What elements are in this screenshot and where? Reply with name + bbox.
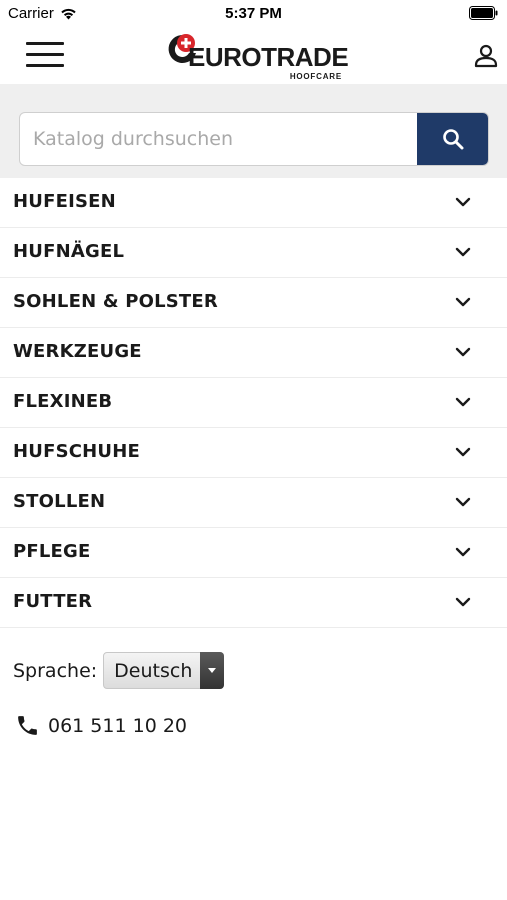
search-input[interactable] [20, 113, 418, 165]
account-icon-glyph [474, 44, 498, 68]
category-label: HUFEISEN [13, 191, 116, 212]
category-item-sohlen-polster[interactable]: SOHLEN & POLSTER [0, 278, 507, 328]
search-icon [442, 129, 463, 150]
language-row: Sprache: Deutsch [13, 652, 225, 689]
category-item-hufschuhe[interactable]: HUFSCHUHE [0, 428, 507, 478]
chevron-down-icon [455, 247, 471, 257]
search-box [19, 112, 489, 166]
hamburger-menu-icon[interactable] [26, 42, 64, 70]
category-item-hufnaegel[interactable]: HUFNÄGEL [0, 228, 507, 278]
category-item-stollen[interactable]: STOLLEN [0, 478, 507, 528]
chevron-down-icon [455, 497, 471, 507]
select-arrow-icon [200, 652, 225, 689]
phone-link[interactable]: 061 511 10 20 [15, 713, 187, 738]
status-bar: Carrier 5:37 PM [0, 0, 507, 28]
chevron-down-icon [455, 197, 471, 207]
category-label: SOHLEN & POLSTER [13, 291, 218, 312]
category-list: HUFEISEN HUFNÄGEL SOHLEN & POLSTER WERKZ… [0, 178, 507, 628]
category-label: FUTTER [13, 591, 93, 612]
category-item-pflege[interactable]: PFLEGE [0, 528, 507, 578]
language-selected-value: Deutsch [114, 660, 193, 682]
language-label: Sprache: [13, 659, 98, 682]
category-label: PFLEGE [13, 541, 91, 562]
category-label: HUFNÄGEL [13, 241, 125, 262]
chevron-down-icon [455, 297, 471, 307]
chevron-down-icon [455, 397, 471, 407]
language-select[interactable]: Deutsch [103, 652, 225, 689]
chevron-down-icon [455, 547, 471, 557]
battery-icon [469, 6, 498, 20]
category-item-hufeisen[interactable]: HUFEISEN [0, 178, 507, 228]
category-label: HUFSCHUHE [13, 441, 140, 462]
search-button[interactable] [417, 113, 488, 165]
phone-icon [18, 716, 37, 735]
app-header: EUROTRADE HOOFCARE [0, 28, 507, 84]
logo-subtitle: HOOFCARE [289, 72, 342, 81]
search-area [0, 84, 507, 178]
chevron-down-icon [455, 447, 471, 457]
phone-number: 061 511 10 20 [48, 714, 188, 737]
eurotrade-logo[interactable]: EUROTRADE HOOFCARE [166, 32, 349, 82]
category-label: STOLLEN [13, 491, 106, 512]
chevron-down-icon [455, 347, 471, 357]
category-item-flexineb[interactable]: FLEXINEB [0, 378, 507, 428]
status-right [469, 6, 499, 24]
category-item-futter[interactable]: FUTTER [0, 578, 507, 628]
category-label: FLEXINEB [13, 391, 113, 412]
category-item-werkzeuge[interactable]: WERKZEUGE [0, 328, 507, 378]
category-label: WERKZEUGE [13, 341, 142, 362]
user-icon[interactable] [473, 42, 499, 70]
status-time: 5:37 PM [225, 5, 282, 22]
chevron-down-icon [455, 597, 471, 607]
logo-name: EUROTRADE [188, 42, 349, 72]
